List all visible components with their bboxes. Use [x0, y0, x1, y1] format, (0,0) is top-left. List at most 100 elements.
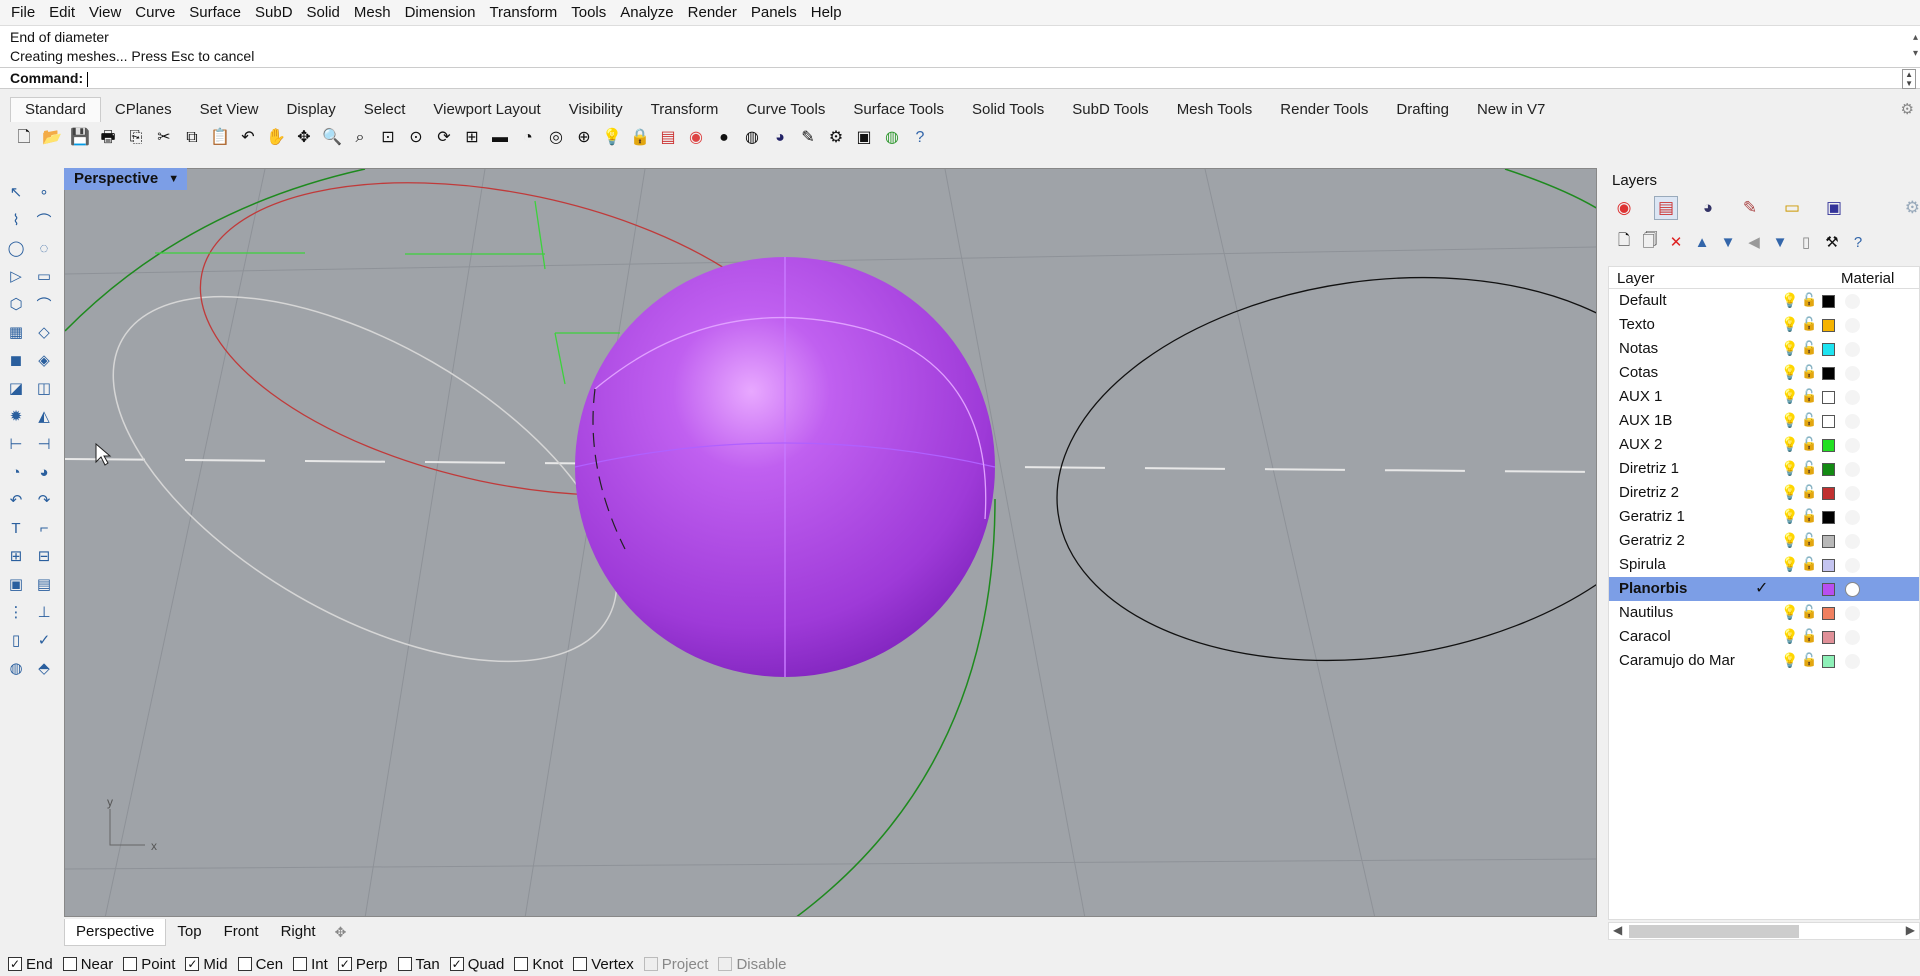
polyline-icon[interactable]: ⌇: [4, 208, 28, 232]
osnap-checkbox[interactable]: ✓: [337, 957, 352, 971]
visibility-bulb-icon[interactable]: 💡: [1781, 628, 1798, 645]
layer-material-icon[interactable]: [1845, 438, 1860, 453]
paste-icon[interactable]: 📋: [208, 126, 232, 150]
command-line[interactable]: Command: ▲ ▼: [0, 67, 1920, 89]
folder-icon[interactable]: ▭: [1780, 196, 1804, 220]
lock-open-icon[interactable]: 🔓: [1801, 484, 1817, 500]
lock-open-icon[interactable]: 🔓: [1801, 436, 1817, 452]
dimension-icon[interactable]: ⌐: [32, 516, 56, 540]
scroll-right-icon[interactable]: ▶: [1906, 923, 1915, 937]
layer-row[interactable]: AUX 1 💡 🔓: [1609, 385, 1919, 409]
delete-layer-icon[interactable]: ✕: [1666, 232, 1686, 252]
chamfer-icon[interactable]: ◕: [32, 460, 56, 484]
import-icon[interactable]: ⎘: [124, 126, 148, 150]
four-viewports-icon[interactable]: ⊞: [460, 126, 484, 150]
layer-color-swatch[interactable]: [1822, 655, 1835, 668]
menu-panels[interactable]: Panels: [744, 0, 804, 25]
lock-open-icon[interactable]: 🔓: [1801, 388, 1817, 404]
layer-material-icon[interactable]: [1845, 318, 1860, 333]
osnap-checkbox[interactable]: [293, 957, 308, 971]
menu-curve[interactable]: Curve: [128, 0, 182, 25]
undo-icon[interactable]: ↶: [236, 126, 260, 150]
layer-horizontal-scrollbar[interactable]: ◀ ▶: [1608, 922, 1920, 940]
osnap-perp[interactable]: ✓ Perp: [337, 956, 388, 973]
lock-open-icon[interactable]: 🔓: [1801, 340, 1817, 356]
menu-tools[interactable]: Tools: [564, 0, 613, 25]
layer-row[interactable]: Geratriz 1 💡 🔓: [1609, 505, 1919, 529]
tab-subd-tools[interactable]: SubD Tools: [1058, 98, 1162, 122]
layer-material-icon[interactable]: [1845, 294, 1860, 309]
visibility-bulb-icon[interactable]: 💡: [1781, 388, 1798, 405]
menu-file[interactable]: File: [4, 0, 42, 25]
polygon-icon[interactable]: ▷: [4, 264, 28, 288]
layer-color-swatch[interactable]: [1822, 487, 1835, 500]
visibility-bulb-icon[interactable]: 💡: [1781, 508, 1798, 525]
rotate-view-icon[interactable]: ⟳: [432, 126, 456, 150]
osnap-checkbox[interactable]: [397, 957, 412, 971]
add-viewport-icon[interactable]: ✥: [327, 924, 355, 941]
perspective-viewport[interactable]: x y: [64, 168, 1597, 917]
settings-icon[interactable]: ⚙: [824, 126, 848, 150]
render-sphere-icon[interactable]: ◕: [768, 126, 792, 150]
layer-color-swatch[interactable]: [1822, 367, 1835, 380]
tools-icon[interactable]: ⚒: [1822, 232, 1842, 252]
filter-icon[interactable]: ▼: [1770, 232, 1790, 252]
layer-material-icon[interactable]: [1845, 342, 1860, 357]
target-icon[interactable]: ◎: [544, 126, 568, 150]
select-arrow-icon[interactable]: ↖: [4, 180, 28, 204]
command-input[interactable]: [87, 71, 89, 87]
layer-material-icon[interactable]: [1845, 558, 1860, 573]
osnap-checkbox[interactable]: ✓: [449, 957, 464, 971]
viewport-tab-top[interactable]: Top: [166, 919, 212, 945]
check-icon[interactable]: ✓: [32, 628, 56, 652]
layer-row[interactable]: Planorbis ✓: [1609, 577, 1919, 601]
osnap-checkbox[interactable]: ✓: [8, 957, 22, 971]
mirror-icon[interactable]: ⊥: [32, 600, 56, 624]
layer-material-icon[interactable]: [1845, 486, 1860, 501]
osnap-tan[interactable]: Tan: [397, 956, 440, 973]
layer-material-icon[interactable]: [1845, 654, 1860, 669]
lock-open-icon[interactable]: 🔓: [1801, 460, 1817, 476]
boolean-icon[interactable]: ◈: [32, 348, 56, 372]
layer-row[interactable]: Diretriz 2 💡 🔓: [1609, 481, 1919, 505]
lock-open-icon[interactable]: 🔓: [1801, 556, 1817, 572]
tab-new-in-v7[interactable]: New in V7: [1463, 98, 1559, 122]
layer-state-icon[interactable]: ▯: [1796, 232, 1816, 252]
free-curve-icon[interactable]: ⌒: [32, 292, 56, 316]
tab-curve-tools[interactable]: Curve Tools: [732, 98, 839, 122]
menu-render[interactable]: Render: [681, 0, 744, 25]
surface-edit-icon[interactable]: ◫: [32, 376, 56, 400]
layer-row[interactable]: AUX 1B 💡 🔓: [1609, 409, 1919, 433]
tab-display[interactable]: Display: [273, 98, 350, 122]
move-left-icon[interactable]: ◀: [1744, 232, 1764, 252]
align-icon[interactable]: ▤: [32, 572, 56, 596]
scroll-thumb[interactable]: [1629, 925, 1799, 938]
shaded-icon[interactable]: ●: [712, 126, 736, 150]
menu-surface[interactable]: Surface: [182, 0, 248, 25]
analyze-icon[interactable]: ▯: [4, 628, 28, 652]
lock-open-icon[interactable]: 🔓: [1801, 364, 1817, 380]
visibility-bulb-icon[interactable]: 💡: [1781, 340, 1798, 357]
new-icon[interactable]: 🗋: [12, 126, 36, 150]
tab-transform[interactable]: Transform: [637, 98, 733, 122]
ellipse-icon[interactable]: ◌: [32, 236, 56, 260]
pan-icon[interactable]: ✋: [264, 126, 288, 150]
transform-icon[interactable]: ⊟: [32, 544, 56, 568]
menu-subd[interactable]: SubD: [248, 0, 300, 25]
zoom-extents-icon[interactable]: ⊡: [376, 126, 400, 150]
trim-icon[interactable]: ⊣: [32, 432, 56, 456]
layer-material-icon[interactable]: [1845, 630, 1860, 645]
visibility-bulb-icon[interactable]: 💡: [1781, 604, 1798, 621]
lock-open-icon[interactable]: 🔓: [1801, 628, 1817, 644]
scroll-left-icon[interactable]: ◀: [1613, 923, 1622, 937]
material-sphere-icon[interactable]: ◕: [1696, 196, 1720, 220]
menu-analyze[interactable]: Analyze: [613, 0, 680, 25]
viewport-title[interactable]: Perspective ▼: [64, 168, 188, 190]
tab-render-tools[interactable]: Render Tools: [1266, 98, 1382, 122]
layer-material-icon[interactable]: [1845, 534, 1860, 549]
layers-tab-icon[interactable]: ▤: [1654, 196, 1678, 220]
zoom-selected-icon[interactable]: ⊙: [404, 126, 428, 150]
light-icon[interactable]: 💡: [600, 126, 624, 150]
layer-color-swatch[interactable]: [1822, 607, 1835, 620]
layer-color-swatch[interactable]: [1822, 439, 1835, 452]
